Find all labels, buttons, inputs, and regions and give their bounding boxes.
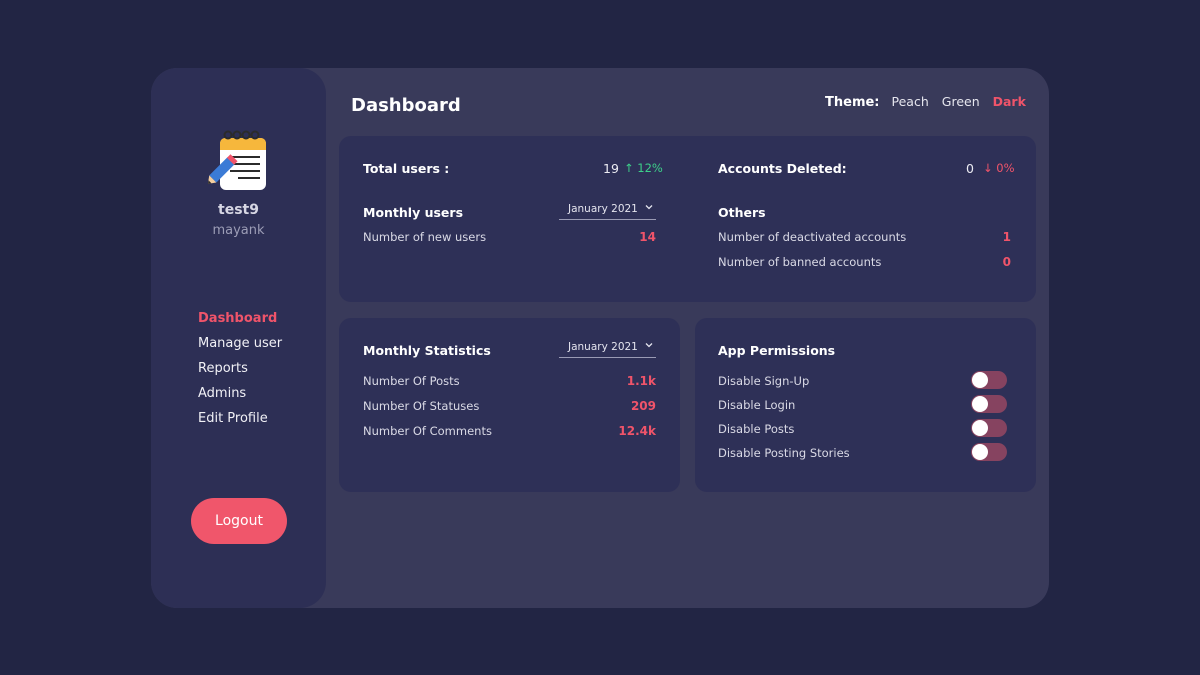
deactivated-accounts-label: Number of deactivated accounts: [718, 230, 907, 244]
disable-posts-toggle[interactable]: [971, 419, 1007, 437]
toggle-knob: [972, 420, 988, 436]
stat-row-value: 1.1k: [626, 374, 656, 388]
total-users-label: Total users :: [363, 161, 450, 176]
others-title: Others: [718, 205, 766, 220]
new-users-value: 14: [639, 230, 656, 244]
disable-signup-toggle[interactable]: [971, 371, 1007, 389]
page-title: Dashboard: [351, 95, 461, 116]
app-permissions-card: App Permissions Disable Sign-Up Disable …: [695, 318, 1036, 492]
toggle-knob: [972, 444, 988, 460]
accounts-deleted-change: ↓ 0%: [983, 161, 1015, 175]
sidebar-item-dashboard[interactable]: Dashboard: [198, 311, 282, 336]
accounts-deleted-value: 0: [966, 161, 974, 176]
deactivated-accounts-value: 1: [1002, 230, 1011, 244]
sidebar-nav: Dashboard Manage user Reports Admins Edi…: [198, 311, 282, 436]
notepad-pencil-icon: [207, 130, 268, 192]
theme-label: Theme:: [825, 95, 880, 110]
theme-option-peach[interactable]: Peach: [892, 94, 929, 109]
sidebar: test9 mayank Dashboard Manage user Repor…: [151, 68, 326, 608]
permission-label: Disable Sign-Up: [718, 374, 810, 388]
sidebar-item-manage-user[interactable]: Manage user: [198, 336, 282, 361]
stat-row-value: 12.4k: [618, 424, 656, 438]
chevron-down-icon: [645, 205, 653, 210]
stat-row-label: Number Of Statuses: [363, 399, 480, 413]
stat-row-label: Number Of Posts: [363, 374, 460, 388]
permission-label: Disable Posts: [718, 422, 795, 436]
monthly-statistics-month-value: January 2021: [568, 341, 638, 353]
app-window: test9 mayank Dashboard Manage user Repor…: [151, 68, 1049, 608]
chevron-down-icon: [645, 343, 653, 348]
banned-accounts-label: Number of banned accounts: [718, 255, 882, 269]
toggle-knob: [972, 396, 988, 412]
monthly-users-month-value: January 2021: [568, 203, 638, 215]
permission-label: Disable Posting Stories: [718, 446, 850, 460]
monthly-statistics-month-select[interactable]: January 2021: [559, 341, 656, 358]
profile-handle: mayank: [212, 223, 265, 238]
summary-card: Total users : 19 ↑ 12% Monthly users Jan…: [339, 136, 1036, 302]
disable-posting-stories-toggle[interactable]: [971, 443, 1007, 461]
toggle-knob: [972, 372, 988, 388]
monthly-users-month-select[interactable]: January 2021: [559, 203, 656, 220]
permission-label: Disable Login: [718, 398, 796, 412]
stat-row-value: 209: [630, 399, 656, 413]
theme-option-dark[interactable]: Dark: [993, 94, 1026, 109]
theme-switcher: Theme: Peach Green Dark: [825, 94, 1026, 110]
stat-row-label: Number Of Comments: [363, 424, 492, 438]
sidebar-item-admins[interactable]: Admins: [198, 386, 282, 411]
accounts-deleted-label: Accounts Deleted:: [718, 161, 847, 176]
total-users-value: 19: [603, 161, 619, 176]
disable-login-toggle[interactable]: [971, 395, 1007, 413]
app-permissions-title: App Permissions: [718, 343, 836, 358]
sidebar-item-edit-profile[interactable]: Edit Profile: [198, 411, 282, 436]
monthly-statistics-card: Monthly Statistics January 2021 Number O…: [339, 318, 680, 492]
monthly-users-title: Monthly users: [363, 205, 464, 220]
banned-accounts-value: 0: [1002, 255, 1011, 269]
monthly-statistics-title: Monthly Statistics: [363, 343, 491, 358]
sidebar-item-reports[interactable]: Reports: [198, 361, 282, 386]
total-users-change: ↑ 12%: [624, 161, 663, 175]
profile-name: test9: [218, 202, 259, 218]
logout-button[interactable]: Logout: [191, 498, 287, 544]
new-users-label: Number of new users: [363, 230, 487, 244]
theme-option-green[interactable]: Green: [942, 94, 980, 109]
